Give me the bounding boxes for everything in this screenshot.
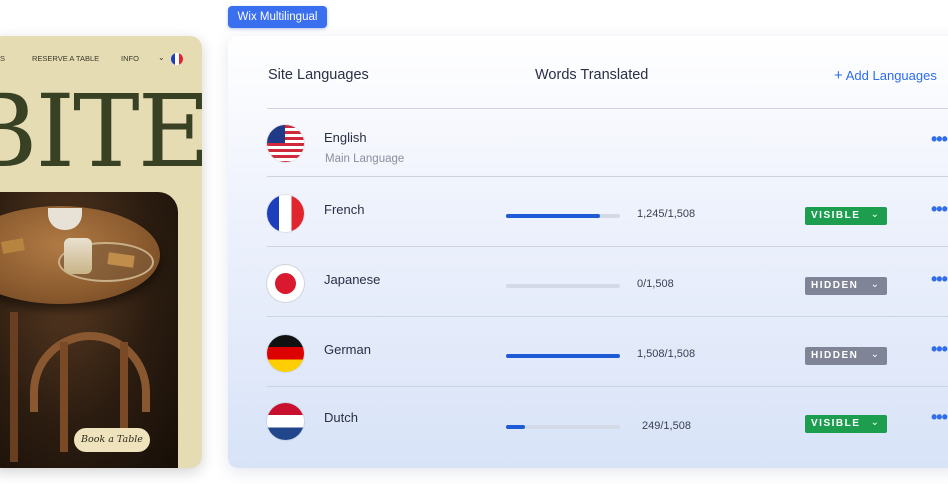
translation-progress-bar: [506, 284, 620, 288]
netherlands-flag-icon: [267, 403, 304, 440]
visibility-dropdown[interactable]: HIDDEN ⌄: [805, 277, 887, 295]
language-row-german: German 1,508/1,508 HIDDEN ⌄ •••: [267, 319, 948, 387]
progress-fill: [506, 214, 601, 218]
site-logo: BITE: [0, 73, 202, 190]
wix-multilingual-badge: Wix Multilingual: [228, 6, 327, 28]
language-name: Dutch: [324, 410, 358, 425]
chevron-down-icon: ⌄: [870, 349, 879, 360]
chevron-down-icon: ⌄: [870, 417, 879, 428]
words-count: 1,245/1,508: [637, 208, 696, 220]
nav-item-reserve[interactable]: RESERVE A TABLE: [32, 54, 99, 63]
add-languages-button[interactable]: + Add Languages: [834, 67, 937, 84]
more-options-icon[interactable]: •••: [931, 129, 948, 150]
row-divider: [267, 316, 948, 317]
words-translated-header: Words Translated: [535, 67, 649, 83]
language-row-dutch: Dutch 249/1,508 VISIBLE ⌄ •••: [267, 387, 948, 455]
translation-progress-bar: [506, 425, 620, 429]
us-flag-icon: [267, 125, 304, 162]
chevron-down-icon: ⌄: [870, 209, 879, 220]
row-divider: [267, 246, 948, 247]
japan-flag-icon: [267, 265, 304, 302]
translation-progress-bar: [506, 214, 620, 218]
website-preview: S RESERVE A TABLE INFO ⌄ BITE Book a Tab…: [0, 36, 202, 468]
language-row-japanese: Japanese 0/1,508 HIDDEN ⌄ •••: [267, 249, 948, 317]
progress-fill: [506, 425, 525, 429]
status-label: HIDDEN: [811, 280, 859, 291]
add-languages-label: Add Languages: [845, 68, 937, 83]
more-options-icon[interactable]: •••: [931, 269, 948, 290]
languages-panel: Site Languages Words Translated + Add Lan…: [228, 36, 948, 468]
translation-progress-bar: [506, 354, 620, 358]
words-count: 1,508/1,508: [637, 348, 696, 360]
nav-item-info[interactable]: INFO: [121, 54, 139, 63]
row-divider: [267, 176, 948, 177]
germany-flag-icon: [267, 335, 304, 372]
france-flag-icon: [267, 195, 304, 232]
site-languages-header: Site Languages: [268, 67, 369, 83]
language-name: French: [324, 202, 365, 217]
france-flag-icon[interactable]: [171, 53, 183, 65]
progress-fill: [506, 354, 620, 358]
language-chevron-icon[interactable]: ⌄: [158, 53, 165, 62]
status-label: VISIBLE: [811, 210, 861, 221]
words-count: 249/1,508: [642, 420, 691, 432]
book-table-button[interactable]: Book a Table: [74, 428, 150, 452]
visibility-dropdown[interactable]: HIDDEN ⌄: [805, 347, 887, 365]
status-label: HIDDEN: [811, 350, 859, 361]
visibility-dropdown[interactable]: VISIBLE ⌄: [805, 207, 887, 225]
cafe-photo: [0, 192, 178, 468]
main-language-label: Main Language: [325, 153, 405, 165]
status-label: VISIBLE: [811, 418, 861, 429]
language-row-english: English Main Language •••: [267, 109, 948, 177]
more-options-icon[interactable]: •••: [931, 199, 948, 220]
language-name: German: [324, 342, 371, 357]
more-options-icon[interactable]: •••: [931, 407, 948, 428]
language-name: English: [324, 130, 367, 145]
language-row-french: French 1,245/1,508 VISIBLE ⌄ •••: [267, 179, 948, 247]
visibility-dropdown[interactable]: VISIBLE ⌄: [805, 415, 887, 433]
nav-item-partial[interactable]: S: [0, 54, 5, 63]
more-options-icon[interactable]: •••: [931, 339, 948, 360]
language-name: Japanese: [324, 272, 381, 287]
plus-icon: +: [834, 67, 843, 84]
chevron-down-icon: ⌄: [870, 279, 879, 290]
words-count: 0/1,508: [637, 278, 674, 290]
